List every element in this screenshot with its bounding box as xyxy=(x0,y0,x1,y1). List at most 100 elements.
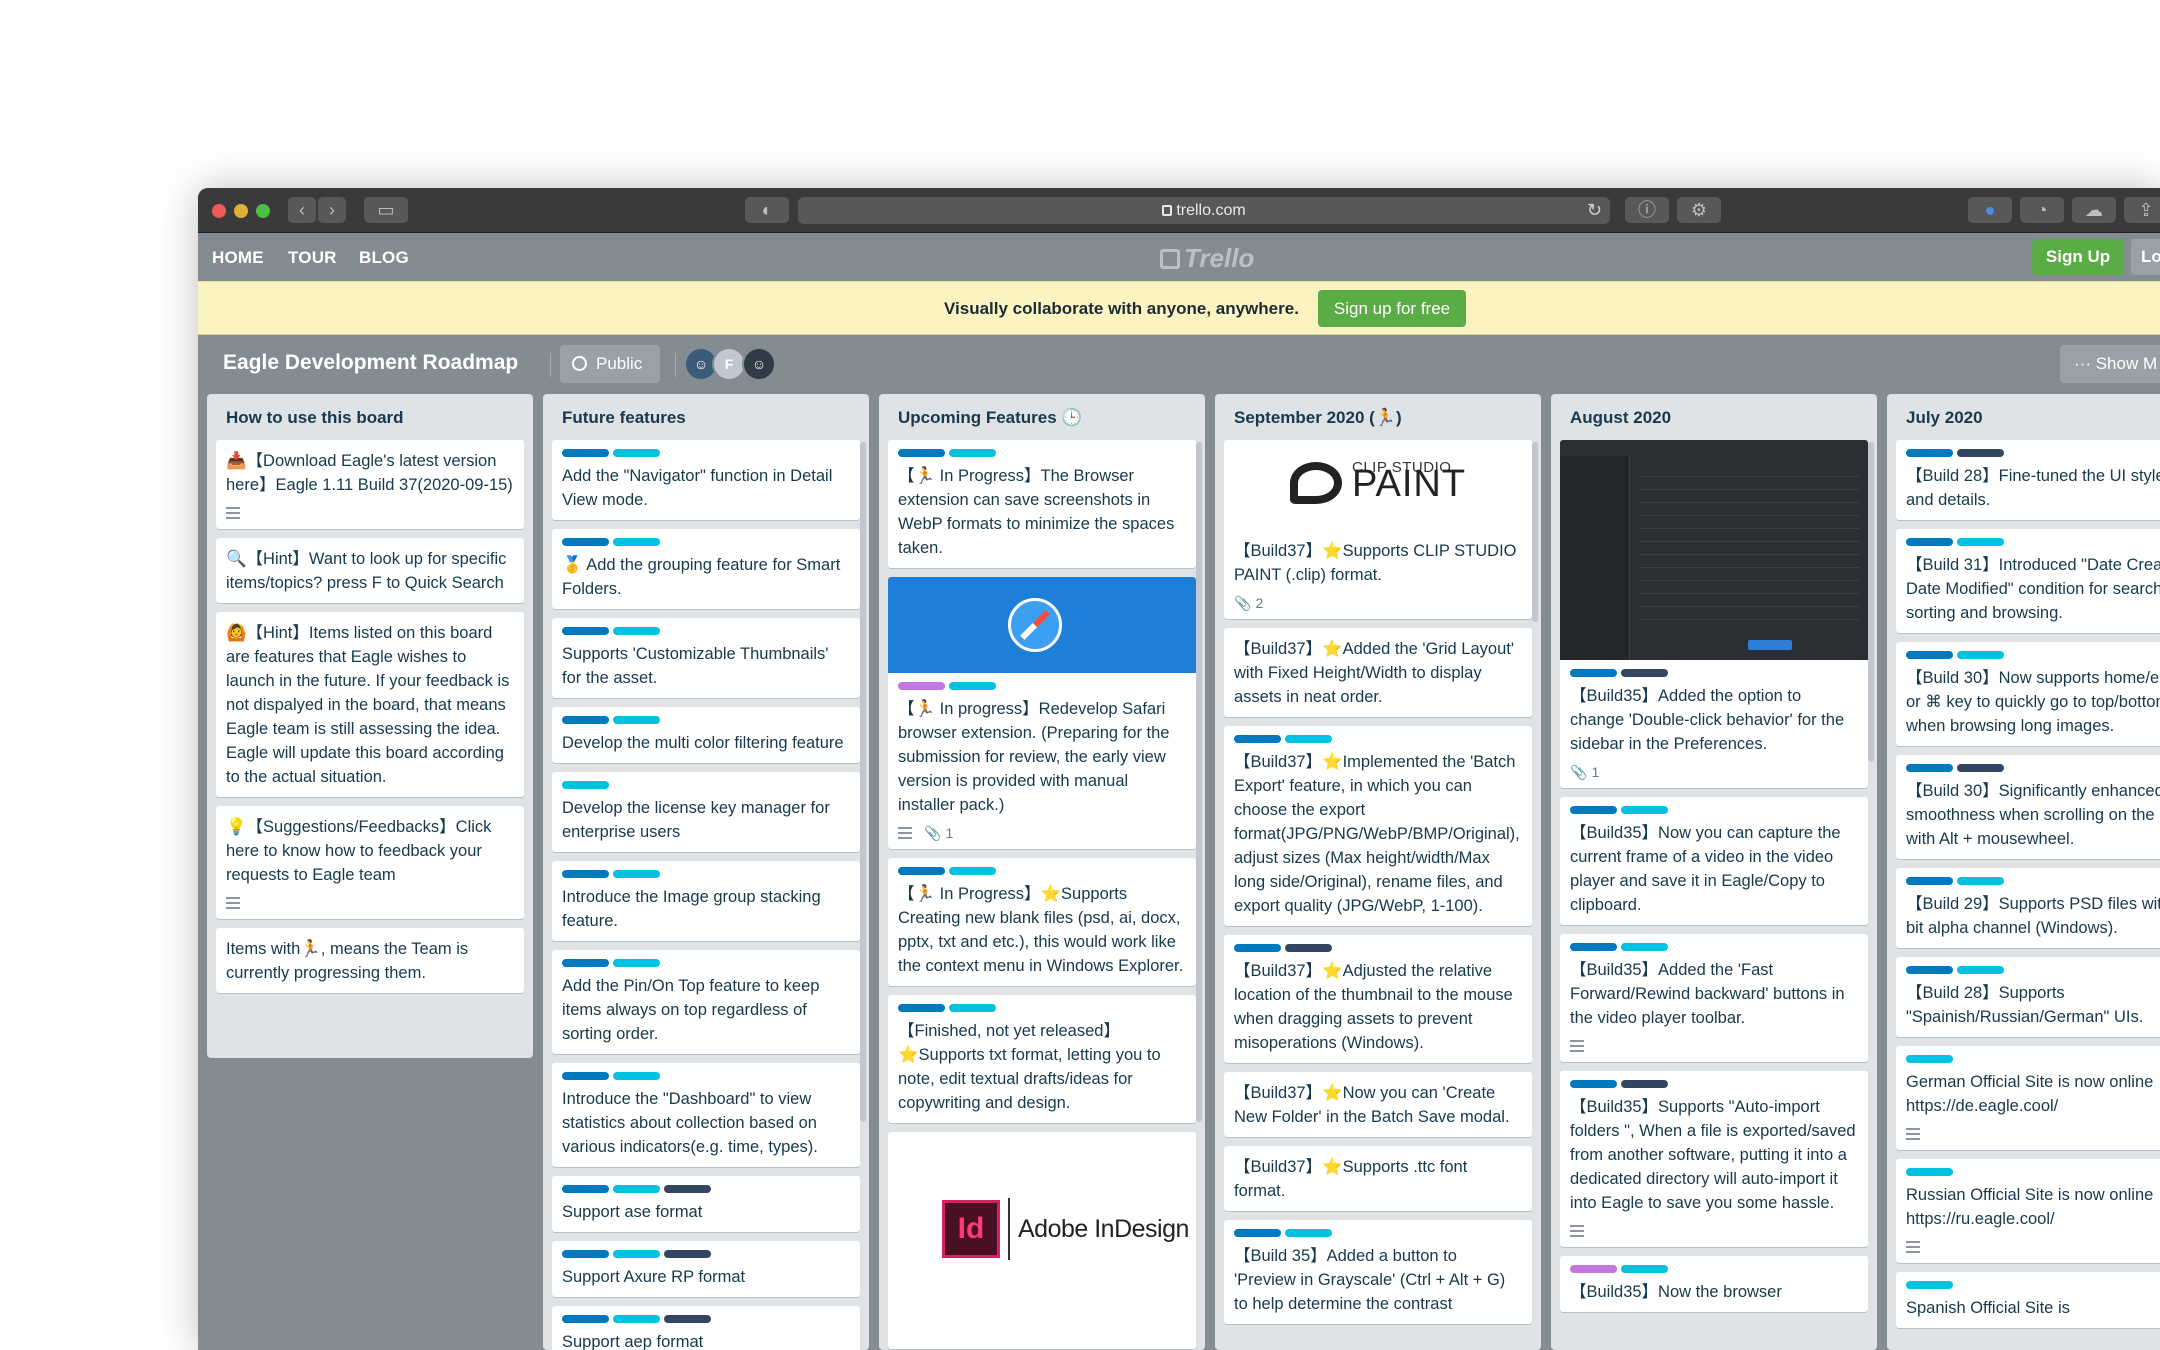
card-label-sky[interactable] xyxy=(1621,806,1668,814)
list-card[interactable]: 【Build35】Added the option to change 'Dou… xyxy=(1560,440,1868,788)
list-card[interactable]: 【🏃 In progress】Redevelop Safari browser … xyxy=(888,577,1196,849)
card-label-sky[interactable] xyxy=(613,870,660,878)
list-card[interactable]: 🔍【Hint】Want to look up for specific item… xyxy=(216,538,524,603)
share-icon[interactable]: ⇪ xyxy=(2124,197,2160,223)
card-label-blue[interactable] xyxy=(1906,877,1953,885)
card-label-navy[interactable] xyxy=(1957,449,2004,457)
trello-logo[interactable]: Trello xyxy=(1160,243,1254,274)
list-scrollbar[interactable] xyxy=(1868,442,1874,762)
list-card[interactable]: 【Build 29】Supports PSD files with 32 bit… xyxy=(1896,868,2160,948)
card-label-navy[interactable] xyxy=(664,1185,711,1193)
log-in-button[interactable]: Lo xyxy=(2131,239,2160,275)
card-label-blue[interactable] xyxy=(898,867,945,875)
card-label-sky[interactable] xyxy=(613,959,660,967)
card-label-blue[interactable] xyxy=(1906,966,1953,974)
card-label-sky[interactable] xyxy=(613,1072,660,1080)
list-card[interactable]: Support ase format xyxy=(552,1176,860,1232)
member-avatar[interactable]: F xyxy=(712,347,746,381)
nav-blog-link[interactable]: BLOG xyxy=(359,248,409,268)
list-title[interactable]: September 2020 (🏃) xyxy=(1224,394,1532,440)
banner-signup-button[interactable]: Sign up for free xyxy=(1318,290,1466,327)
address-bar[interactable]: trello.com ↻ xyxy=(798,197,1610,224)
card-label-navy[interactable] xyxy=(664,1315,711,1323)
list-card[interactable]: Russian Official Site is now online http… xyxy=(1896,1159,2160,1263)
list-card[interactable]: Support aep format xyxy=(552,1306,860,1350)
card-label-blue[interactable] xyxy=(1234,735,1281,743)
list-card[interactable]: Develop the multi color filtering featur… xyxy=(552,707,860,763)
card-label-blue[interactable] xyxy=(898,449,945,457)
nav-tour-link[interactable]: TOUR xyxy=(288,248,337,268)
close-window-button[interactable] xyxy=(212,204,226,218)
list-card[interactable]: 【Build37】⭐Adjusted the relative location… xyxy=(1224,935,1532,1063)
member-avatar[interactable]: ☺ xyxy=(742,347,776,381)
list-card[interactable]: 🙆【Hint】Items listed on this board are fe… xyxy=(216,612,524,797)
list-card[interactable]: Spanish Official Site is xyxy=(1896,1272,2160,1328)
list-scrollbar[interactable] xyxy=(1532,442,1538,622)
nav-home-link[interactable]: HOME xyxy=(212,248,264,268)
card-label-blue[interactable] xyxy=(562,449,609,457)
list-card[interactable]: 💡【Suggestions/Feedbacks】Click here to kn… xyxy=(216,806,524,919)
sign-up-button[interactable]: Sign Up xyxy=(2032,239,2124,275)
card-label-sky[interactable] xyxy=(613,538,660,546)
card-label-navy[interactable] xyxy=(1621,1080,1668,1088)
card-label-blue[interactable] xyxy=(562,538,609,546)
card-label-blue[interactable] xyxy=(1570,943,1617,951)
card-label-sky[interactable] xyxy=(613,1185,660,1193)
card-label-sky[interactable] xyxy=(613,716,660,724)
cloud-icon[interactable]: ☁ xyxy=(2072,197,2116,223)
sidebar-toggle-icon[interactable]: ▭ xyxy=(364,197,408,223)
list-card[interactable]: 【Build 30】Now supports home/end or ⌘ key… xyxy=(1896,642,2160,746)
list-card[interactable]: 【🏃 In Progress】⭐Supports Creating new bl… xyxy=(888,858,1196,986)
extension-globe-icon[interactable]: ● xyxy=(1968,197,2012,223)
list-card[interactable]: Add the Pin/On Top feature to keep items… xyxy=(552,950,860,1054)
list-card[interactable]: 【Build 31】Introduced "Date Created, Date… xyxy=(1896,529,2160,633)
board-title[interactable]: Eagle Development Roadmap xyxy=(223,351,518,375)
list-title[interactable]: August 2020 xyxy=(1560,394,1868,440)
card-label-sky[interactable] xyxy=(1957,966,2004,974)
card-label-navy[interactable] xyxy=(1621,669,1668,677)
list-scrollbar[interactable] xyxy=(1196,442,1202,1122)
card-label-sky[interactable] xyxy=(1621,1265,1668,1273)
card-label-sky[interactable] xyxy=(613,449,660,457)
list-card[interactable]: CLIP STUDIO PAINT 【Build37】⭐Supports CLIP … xyxy=(1224,440,1532,619)
card-label-navy[interactable] xyxy=(664,1250,711,1258)
list-card[interactable]: 【Finished, not yet released】⭐Supports tx… xyxy=(888,995,1196,1123)
card-label-sky[interactable] xyxy=(949,867,996,875)
list-card[interactable]: 【🏃 In Progress】The Browser extension can… xyxy=(888,440,1196,568)
card-label-blue[interactable] xyxy=(1906,764,1953,772)
list-card[interactable]: Introduce the Image group stacking featu… xyxy=(552,861,860,941)
list-card[interactable]: 📥【Download Eagle's latest version here】E… xyxy=(216,440,524,529)
list-title[interactable]: How to use this board xyxy=(216,394,524,440)
card-label-purple[interactable] xyxy=(1570,1265,1617,1273)
card-label-sky[interactable] xyxy=(1957,877,2004,885)
list-card[interactable]: 【Build35】Now the browser xyxy=(1560,1256,1868,1312)
card-label-sky[interactable] xyxy=(1957,538,2004,546)
card-label-sky[interactable] xyxy=(1285,1229,1332,1237)
card-label-sky[interactable] xyxy=(949,682,996,690)
list-title[interactable]: July 2020 xyxy=(1896,394,2160,440)
card-label-blue[interactable] xyxy=(1570,1080,1617,1088)
card-label-blue[interactable] xyxy=(562,959,609,967)
card-label-blue[interactable] xyxy=(562,1315,609,1323)
list-card[interactable]: Support Axure RP format xyxy=(552,1241,860,1297)
card-label-sky[interactable] xyxy=(1285,735,1332,743)
card-label-blue[interactable] xyxy=(1906,651,1953,659)
card-label-sky[interactable] xyxy=(949,1004,996,1012)
info-icon[interactable]: ⓘ xyxy=(1625,197,1669,223)
list-card[interactable]: Items with🏃, means the Team is currently… xyxy=(216,928,524,993)
card-label-sky[interactable] xyxy=(613,627,660,635)
card-label-navy[interactable] xyxy=(1285,944,1332,952)
card-label-sky[interactable] xyxy=(1906,1168,1953,1176)
card-label-blue[interactable] xyxy=(1906,538,1953,546)
list-card[interactable]: Introduce the "Dashboard" to view statis… xyxy=(552,1063,860,1167)
card-label-sky[interactable] xyxy=(613,1250,660,1258)
list-card[interactable]: 【Build37】⭐Added the 'Grid Layout' with F… xyxy=(1224,628,1532,717)
back-button[interactable]: ‹ xyxy=(288,197,316,223)
card-label-blue[interactable] xyxy=(562,1185,609,1193)
list-card[interactable]: German Official Site is now online https… xyxy=(1896,1046,2160,1150)
list-title[interactable]: Upcoming Features 🕒 xyxy=(888,394,1196,440)
card-label-sky[interactable] xyxy=(949,449,996,457)
list-card[interactable]: 【Build37】⭐Supports .ttc font format. xyxy=(1224,1146,1532,1211)
privacy-shield-icon[interactable]: ◐ xyxy=(745,197,789,223)
card-label-blue[interactable] xyxy=(562,716,609,724)
